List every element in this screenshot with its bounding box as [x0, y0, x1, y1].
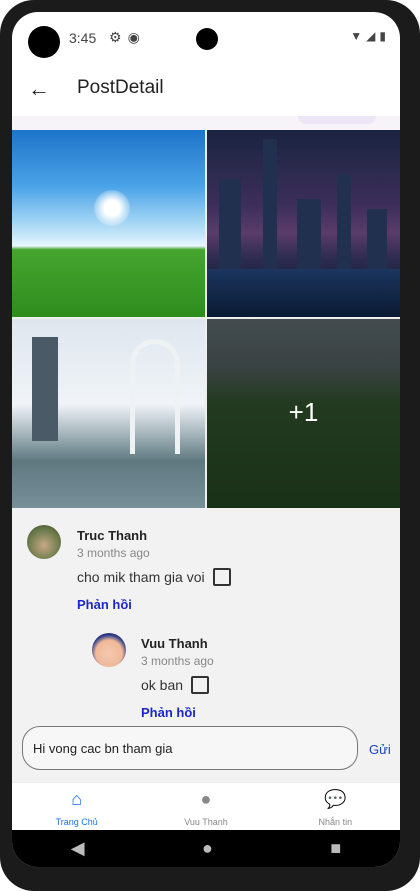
comment-body: ok ban — [141, 676, 210, 694]
status-time: 3:45 — [69, 30, 97, 46]
bottom-navigation: ⌂ Trang Chủ ● Vuu Thanh 💬 Nhắn tin — [12, 782, 400, 831]
comment-input-bar: Hi vong cac bn tham gia Gửi — [12, 722, 400, 782]
status-right-icons: ▼ ◢ ▮ — [350, 29, 386, 43]
battery-icon: ▮ — [379, 29, 386, 43]
building-shape — [297, 199, 321, 269]
checkbox-icon[interactable] — [212, 568, 231, 586]
building-shape — [337, 174, 351, 269]
building-shape — [263, 139, 277, 269]
gear-icon: ⚙ — [109, 29, 122, 45]
signal-icon: ◢ — [366, 29, 376, 43]
home-icon: ⌂ — [71, 789, 83, 809]
nav-label: Trang Chủ — [55, 817, 98, 827]
gallery-image-park[interactable]: +1 — [207, 319, 400, 508]
tower-shape — [32, 337, 58, 441]
top-chip — [298, 116, 376, 124]
reply-button[interactable]: Phản hồi — [141, 705, 196, 720]
comment-author[interactable]: Truc Thanh — [77, 528, 147, 543]
comment-body: cho mik tham gia voi — [77, 568, 231, 586]
avatar[interactable] — [27, 525, 61, 559]
comment-author[interactable]: Vuu Thanh — [141, 636, 208, 651]
back-triangle-icon[interactable]: ◀ — [71, 838, 85, 859]
system-nav-bar: ◀ ● ■ — [12, 830, 400, 867]
river-shape — [207, 269, 400, 317]
front-camera-icon — [196, 28, 218, 50]
comment-input[interactable]: Hi vong cac bn tham gia — [22, 726, 358, 770]
page-title: PostDetail — [77, 77, 164, 98]
gallery-image-sky[interactable] — [12, 130, 205, 317]
nav-item-messages[interactable]: 💬 Nhắn tin — [271, 783, 400, 831]
status-bar: 3:45 ⚙ ◉ ▼ ◢ ▮ — [12, 12, 400, 62]
reply-button[interactable]: Phản hồi — [77, 597, 132, 612]
screen: 3:45 ⚙ ◉ ▼ ◢ ▮ ← PostDetail +1 Truc Than… — [12, 12, 400, 867]
nav-label: Nhắn tin — [318, 817, 353, 827]
post-content[interactable]: +1 Truc Thanh 3 months ago cho mik tham … — [12, 116, 400, 782]
nav-label: Vuu Thanh — [184, 817, 228, 827]
send-button[interactable]: Gửi — [369, 742, 391, 757]
sun-shape — [94, 190, 130, 226]
camera-cutout-icon — [28, 26, 60, 58]
comment-text: cho mik tham gia voi — [77, 569, 205, 585]
comment-time: 3 months ago — [141, 654, 214, 668]
person-icon: ● — [200, 789, 212, 809]
back-arrow-icon[interactable]: ← — [28, 76, 50, 102]
gallery-image-bridge[interactable] — [12, 319, 205, 508]
comment-time: 3 months ago — [77, 546, 150, 560]
post-top-strip — [12, 116, 400, 130]
notification-icon: ◉ — [127, 29, 140, 45]
gallery-image-city-night[interactable] — [207, 130, 400, 317]
device-frame: 3:45 ⚙ ◉ ▼ ◢ ▮ ← PostDetail +1 Truc Than… — [0, 0, 420, 891]
building-shape — [367, 209, 387, 269]
status-icons: ⚙ ◉ — [109, 29, 140, 46]
comment-text: ok ban — [141, 677, 184, 693]
checkbox-icon[interactable] — [191, 676, 210, 694]
avatar[interactable] — [92, 633, 126, 667]
more-images-count: +1 — [288, 397, 319, 427]
building-shape — [219, 179, 241, 269]
nav-item-profile[interactable]: ● Vuu Thanh — [141, 783, 270, 831]
wifi-icon: ▼ — [350, 29, 363, 43]
bridge-arch-shape — [130, 339, 180, 454]
recents-square-icon[interactable]: ■ — [330, 838, 341, 859]
chat-icon: 💬 — [324, 789, 347, 809]
image-gallery: +1 — [12, 130, 400, 508]
app-bar: ← PostDetail — [12, 62, 400, 116]
home-circle-icon[interactable]: ● — [202, 838, 213, 859]
nav-item-home[interactable]: ⌂ Trang Chủ — [12, 783, 141, 831]
